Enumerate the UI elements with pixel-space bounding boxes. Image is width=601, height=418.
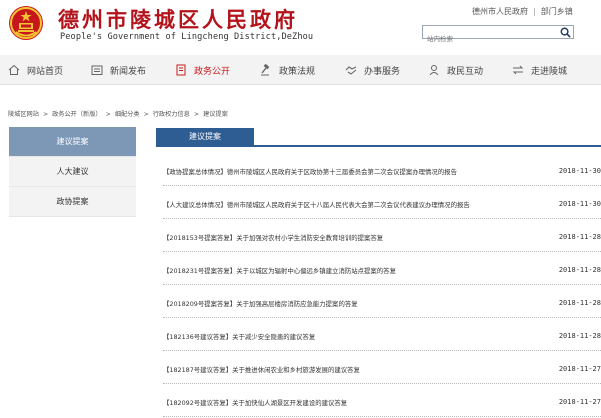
- top-link-separator: |: [533, 7, 536, 16]
- list-item-date: 2018-11-27: [558, 365, 601, 373]
- national-emblem-icon: [9, 6, 43, 40]
- handshake-icon: [345, 66, 357, 75]
- nav-item-label: 走进陵城: [531, 66, 568, 77]
- main-nav: 网站首页 新闻发布 政务公开 政策法规 办事服务 政民互动 走进陵城: [0, 55, 601, 85]
- nav-item-about-lingcheng[interactable]: 走进陵城: [512, 55, 567, 85]
- nav-item-interaction[interactable]: 政民互动: [428, 55, 483, 85]
- nav-item-label: 办事服务: [364, 66, 401, 77]
- nav-item-label: 网站首页: [27, 66, 64, 77]
- search-icon[interactable]: [560, 27, 571, 38]
- nav-item-government-affairs[interactable]: 政务公开: [175, 55, 230, 85]
- list-item[interactable]: 【政协提案总体情况】德州市陵城区人民政府关于区政协第十三届委员会第二次会议提案办…: [163, 156, 601, 186]
- list-item[interactable]: 【2018153号提案答复】关于加强对农村小学生消防安全教育培训的提案答复 20…: [163, 222, 601, 252]
- breadcrumb-separator: >: [42, 111, 49, 118]
- breadcrumb-item[interactable]: 行政权力信息: [153, 109, 190, 118]
- breadcrumb: 陵城区网站 > 政务公开（新版） > 细配分类 > 行政权力信息 > 建议提案: [8, 109, 228, 118]
- gavel-icon: [261, 64, 270, 76]
- breadcrumb-item[interactable]: 细配分类: [115, 109, 140, 118]
- breadcrumb-item[interactable]: 陵城区网站: [8, 109, 39, 118]
- list-item[interactable]: 【2018231号提案答复】关于以城区为辐射中心偏远乡镇建立消防站点提案的答复 …: [163, 255, 601, 285]
- list-item[interactable]: 【人大建议总体情况】德州市陵城区人民政府关于区十八届人民代表大会第二次会议代表建…: [163, 189, 601, 219]
- list-item-title[interactable]: 【2018209号提案答复】关于加强高层楼房消防应急能力提案的答复: [163, 299, 358, 308]
- list-item-title[interactable]: 【人大建议总体情况】德州市陵城区人民政府关于区十八届人民代表大会第二次会议代表建…: [163, 200, 470, 209]
- search-box: [422, 25, 574, 45]
- list-item-title[interactable]: 【2018153号提案答复】关于加强对农村小学生消防安全教育培训的提案答复: [163, 233, 383, 242]
- list-item-title[interactable]: 【182136号建议答复】关于减少安全隐患的建议答复: [163, 332, 315, 341]
- list-item[interactable]: 【2018209号提案答复】关于加强高层楼房消防应急能力提案的答复 2018-1…: [163, 288, 601, 318]
- nav-item-label: 政策法规: [279, 66, 316, 77]
- top-links: 德州市人民政府 | 部门乡镇: [472, 6, 573, 17]
- list-item-date: 2018-11-30: [558, 200, 601, 208]
- nav-item-home[interactable]: 网站首页: [8, 55, 63, 85]
- news-icon: [91, 65, 103, 75]
- list-item[interactable]: 【182136号建议答复】关于减少安全隐患的建议答复 2018-11-28: [163, 321, 601, 351]
- list-item-title[interactable]: 【182187号建议答复】关于推进休闲农业和乡村旅游发展的建议答复: [163, 365, 360, 374]
- list-item-date: 2018-11-30: [558, 167, 601, 175]
- top-link-city-government[interactable]: 德州市人民政府: [472, 6, 528, 17]
- search-input[interactable]: [423, 33, 553, 45]
- site-header: 德州市陵城区人民政府 People's Government of Lingch…: [0, 0, 601, 50]
- sidebar-item-proposals[interactable]: 建议提案: [9, 127, 136, 157]
- person-icon: [429, 65, 439, 76]
- list-item-title[interactable]: 【政协提案总体情况】德州市陵城区人民政府关于区政协第十三届委员会第二次会议提案办…: [163, 167, 457, 176]
- nav-item-label: 政民互动: [447, 66, 484, 77]
- nav-item-label: 政务公开: [194, 66, 231, 77]
- breadcrumb-item[interactable]: 建议提案: [203, 109, 228, 118]
- list-item[interactable]: 【182092号建议答复】关于加快仙人湖景区开发建设的建议答复 2018-11-…: [163, 387, 601, 417]
- list-item-date: 2018-11-28: [558, 233, 601, 241]
- list-item-date: 2018-11-27: [558, 398, 601, 406]
- sidebar-item-npc-suggestions[interactable]: 人大建议: [9, 157, 136, 187]
- document-icon: [176, 64, 186, 76]
- sidebar-item-cppcc-proposals[interactable]: 政协提案: [9, 187, 136, 217]
- breadcrumb-separator: >: [143, 111, 149, 118]
- list-item-date: 2018-11-28: [558, 299, 601, 307]
- list-item[interactable]: 【182187号建议答复】关于推进休闲农业和乡村旅游发展的建议答复 2018-1…: [163, 354, 601, 384]
- site-subtitle: People's Government of Lingcheng Distric…: [60, 32, 314, 42]
- list-item-date: 2018-11-28: [558, 332, 601, 340]
- nav-item-services[interactable]: 办事服务: [345, 55, 400, 85]
- list-item-title[interactable]: 【182092号建议答复】关于加快仙人湖景区开发建设的建议答复: [163, 398, 347, 407]
- top-link-departments[interactable]: 部门乡镇: [541, 6, 573, 17]
- nav-item-news[interactable]: 新闻发布: [91, 55, 146, 85]
- site-title: 德州市陵城区人民政府: [58, 7, 298, 32]
- breadcrumb-separator: >: [105, 111, 111, 118]
- arrows-icon: [512, 65, 524, 75]
- nav-item-policies[interactable]: 政策法规: [260, 55, 315, 85]
- tab-underline: [156, 145, 601, 147]
- breadcrumb-separator: >: [193, 111, 200, 118]
- sidebar: 建议提案 人大建议 政协提案: [9, 127, 136, 217]
- tab-proposals[interactable]: 建议提案: [156, 128, 254, 145]
- list-item-title[interactable]: 【2018231号提案答复】关于以城区为辐射中心偏远乡镇建立消防站点提案的答复: [163, 266, 396, 275]
- nav-item-label: 新闻发布: [110, 66, 147, 77]
- list-item-date: 2018-11-28: [558, 266, 601, 274]
- breadcrumb-item[interactable]: 政务公开（新版）: [52, 109, 102, 118]
- home-icon: [8, 64, 20, 75]
